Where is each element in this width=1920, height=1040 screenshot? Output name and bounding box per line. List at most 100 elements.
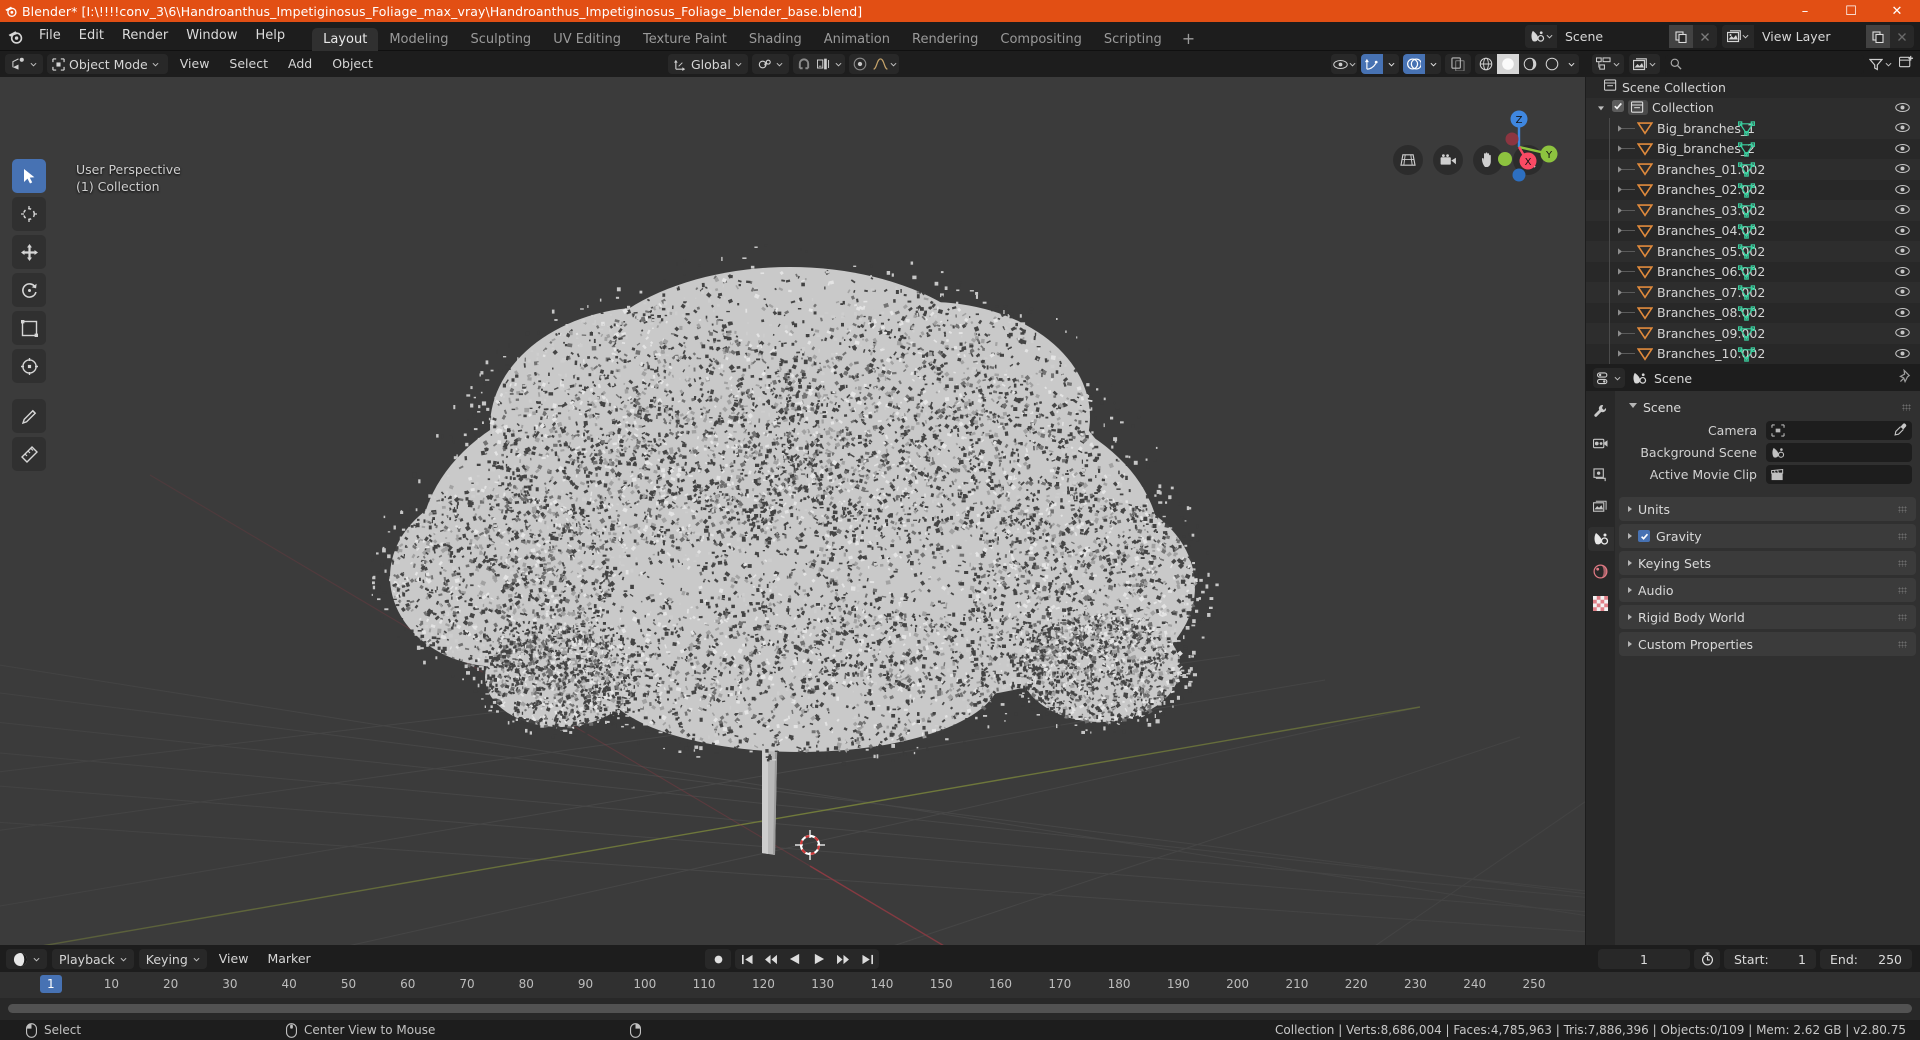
mesh-data-icon[interactable] bbox=[1737, 346, 1756, 365]
panel-drag-grip[interactable] bbox=[1898, 533, 1907, 540]
mesh-data-icon[interactable] bbox=[1737, 223, 1756, 242]
rotate-tool[interactable] bbox=[12, 273, 46, 307]
object-expand-triangle-icon[interactable] bbox=[1616, 206, 1636, 215]
jump-to-next-keyframe-icon[interactable] bbox=[831, 949, 855, 969]
record-keyframe-icon[interactable] bbox=[705, 949, 731, 969]
mesh-object-icon[interactable] bbox=[1637, 142, 1653, 156]
outliner-tree[interactable]: Scene Collection Collection Big_branches… bbox=[1586, 77, 1920, 364]
scale-tool[interactable] bbox=[12, 311, 46, 345]
scene-selector[interactable]: Scene bbox=[1525, 25, 1717, 48]
scene-name[interactable]: Scene bbox=[1557, 25, 1669, 48]
outliner-row-scene-collection[interactable]: Scene Collection bbox=[1586, 77, 1920, 98]
gravity-checkbox[interactable] bbox=[1638, 530, 1650, 542]
mesh-object-icon[interactable] bbox=[1637, 121, 1653, 136]
mesh-object-icon[interactable] bbox=[1637, 203, 1653, 218]
outliner-row-object[interactable]: Branches_02.002 bbox=[1586, 179, 1920, 201]
play-reverse-icon[interactable] bbox=[783, 949, 807, 969]
camera-eyedropper-icon[interactable] bbox=[1894, 423, 1907, 440]
object-expand-triangle-icon[interactable] bbox=[1616, 288, 1636, 297]
tab-texture-paint[interactable]: Texture Paint bbox=[632, 28, 738, 51]
object-expand-triangle-icon[interactable] bbox=[1616, 124, 1636, 133]
panel-keying-sets-expand-triangle-icon[interactable] bbox=[1628, 560, 1632, 566]
panel-scene-expand-triangle-icon[interactable] bbox=[1629, 403, 1637, 411]
filter-id-icon[interactable] bbox=[1629, 54, 1660, 74]
panel-audio-expand-triangle-icon[interactable] bbox=[1628, 587, 1632, 593]
outliner-row-collection[interactable]: Collection bbox=[1586, 97, 1920, 118]
panel-drag-grip[interactable] bbox=[1898, 614, 1907, 621]
mesh-object-icon[interactable] bbox=[1637, 326, 1653, 341]
tab-layout[interactable]: Layout bbox=[312, 27, 379, 51]
timeline-ruler[interactable]: 10 20 30 40 50 60 70 80 90 100 110 120 130 140 150 160 1… bbox=[0, 972, 1920, 998]
current-frame-field[interactable]: 1 bbox=[1598, 949, 1690, 969]
view-layer-name[interactable]: View Layer bbox=[1754, 25, 1866, 48]
outliner-row-object[interactable]: Branches_07.002 bbox=[1586, 282, 1920, 303]
pivot-point-selector[interactable] bbox=[751, 54, 789, 74]
frame-end-field[interactable]: End: 250 bbox=[1820, 949, 1912, 969]
viewport-menu-object[interactable]: Object bbox=[324, 54, 381, 74]
object-expand-triangle-icon[interactable] bbox=[1616, 185, 1636, 194]
mesh-data-icon[interactable] bbox=[1737, 121, 1756, 139]
new-collection-icon[interactable] bbox=[1898, 55, 1914, 73]
xray-icon[interactable] bbox=[1445, 54, 1471, 74]
shading-solid-icon[interactable] bbox=[1497, 54, 1519, 74]
panel-drag-grip[interactable] bbox=[1902, 404, 1911, 411]
active-movie-clip-field[interactable] bbox=[1766, 465, 1912, 484]
viewport-3d-canvas[interactable]: User Perspective (1) Collection Z Y X bbox=[0, 77, 1585, 945]
add-workspace-button[interactable]: + bbox=[1173, 28, 1204, 51]
shading-wireframe-icon[interactable] bbox=[1475, 54, 1497, 74]
output-tab-icon[interactable] bbox=[1588, 463, 1614, 487]
object-visibility-eye-icon[interactable] bbox=[1895, 347, 1910, 362]
panel-drag-grip[interactable] bbox=[1898, 587, 1907, 594]
tab-rendering[interactable]: Rendering bbox=[901, 28, 989, 51]
camera-field[interactable] bbox=[1766, 421, 1912, 440]
scene-tab-icon[interactable] bbox=[1587, 527, 1614, 551]
collection-enable-checkbox[interactable] bbox=[1612, 100, 1624, 115]
stopwatch-icon[interactable] bbox=[1694, 949, 1720, 969]
collection-visibility-eye-icon[interactable] bbox=[1895, 101, 1910, 116]
tab-uv-editing[interactable]: UV Editing bbox=[542, 28, 632, 51]
object-expand-triangle-icon[interactable] bbox=[1616, 144, 1636, 153]
timeline-playhead[interactable]: 1 bbox=[40, 975, 62, 993]
object-visibility-eye-icon[interactable] bbox=[1895, 244, 1910, 259]
object-visibility-eye-icon[interactable] bbox=[1895, 203, 1910, 218]
tab-sculpting[interactable]: Sculpting bbox=[459, 28, 542, 51]
unlink-scene-button[interactable] bbox=[1693, 25, 1717, 48]
view-layer-selector[interactable]: View Layer bbox=[1722, 25, 1914, 48]
viewport-menu-view[interactable]: View bbox=[172, 54, 218, 74]
camera-view-icon[interactable] bbox=[1433, 145, 1463, 175]
panel-header-scene[interactable]: Scene bbox=[1615, 395, 1920, 419]
menu-file[interactable]: File bbox=[30, 26, 70, 46]
panel-units-expand-triangle-icon[interactable] bbox=[1628, 506, 1632, 512]
timeline-menu-marker[interactable]: Marker bbox=[260, 949, 317, 969]
tab-compositing[interactable]: Compositing bbox=[989, 28, 1093, 51]
object-visibility-icon[interactable] bbox=[1331, 54, 1357, 74]
outliner-row-object[interactable]: Branches_01.002 bbox=[1586, 159, 1920, 180]
magnet-icon[interactable] bbox=[793, 54, 815, 74]
object-expand-triangle-icon[interactable] bbox=[1616, 247, 1636, 256]
object-visibility-eye-icon[interactable] bbox=[1895, 326, 1910, 341]
shading-options-chevron-icon[interactable] bbox=[1563, 54, 1579, 74]
gizmo-options-chevron-icon[interactable] bbox=[1383, 54, 1399, 74]
shading-material-preview-icon[interactable] bbox=[1519, 54, 1541, 74]
tab-scripting[interactable]: Scripting bbox=[1093, 28, 1173, 51]
mesh-object-icon[interactable] bbox=[1637, 224, 1653, 238]
play-icon[interactable] bbox=[807, 949, 831, 969]
render-tab-icon[interactable] bbox=[1588, 431, 1614, 455]
timeline-horizontal-scrollbar[interactable] bbox=[8, 1004, 1912, 1013]
panel-gravity-expand-triangle-icon[interactable] bbox=[1628, 533, 1632, 539]
menu-edit[interactable]: Edit bbox=[70, 26, 113, 46]
timeline-editor-icon[interactable] bbox=[6, 949, 47, 969]
view-layer-icon[interactable] bbox=[1722, 25, 1754, 48]
tweak-select-tool[interactable] bbox=[12, 159, 46, 193]
outliner-row-object[interactable]: Branches_10.002 bbox=[1586, 343, 1920, 365]
annotate-tool[interactable] bbox=[12, 399, 46, 433]
outliner-row-object[interactable]: Branches_03.002 bbox=[1586, 200, 1920, 221]
panel-drag-grip[interactable] bbox=[1898, 641, 1907, 648]
object-visibility-eye-icon[interactable] bbox=[1895, 285, 1910, 300]
panel-header-audio[interactable]: Audio bbox=[1619, 578, 1916, 602]
blender-menu-icon[interactable] bbox=[0, 22, 30, 51]
object-visibility-eye-icon[interactable] bbox=[1895, 142, 1910, 157]
panel-rigid-body-world-expand-triangle-icon[interactable] bbox=[1628, 614, 1632, 620]
overlays-icon[interactable] bbox=[1403, 54, 1425, 74]
texture-tab-icon[interactable] bbox=[1588, 591, 1614, 615]
